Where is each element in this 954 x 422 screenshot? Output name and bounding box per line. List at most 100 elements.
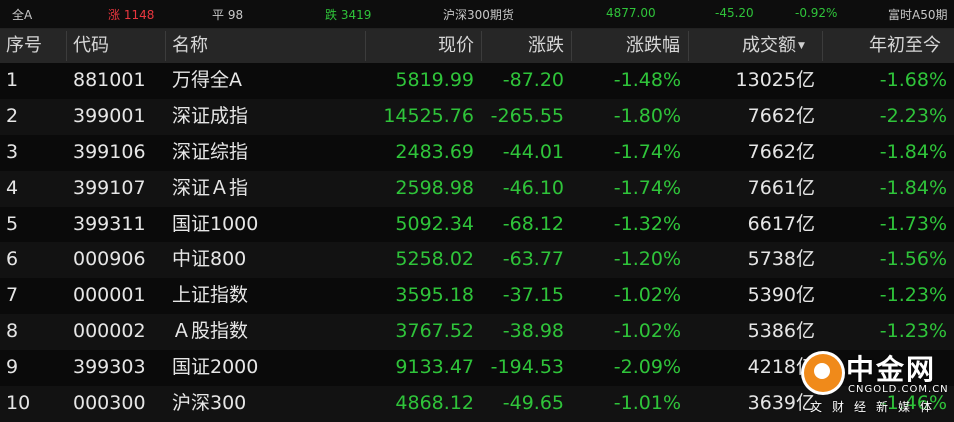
table-row[interactable]: 1 881001 万得全A 5819.99 -87.20 -1.48% 1302…	[0, 63, 954, 99]
name-cell: 国证1000	[172, 212, 259, 235]
col-header-name[interactable]: 名称	[172, 29, 362, 63]
seq-cell: 6	[6, 248, 19, 271]
price-cell: 5819.99	[395, 69, 474, 91]
ytd-cell: -1.23%	[879, 284, 947, 307]
table-header: 序号 代码 名称 现价 涨跌 涨跌幅 成交额 ▼ 年初至今	[0, 29, 954, 63]
table-row[interactable]: 5 399311 国证1000 5092.34 -68.12 -1.32% 66…	[0, 207, 954, 243]
volume-cell: 5738亿	[747, 248, 815, 271]
volume-cell: 5390亿	[747, 284, 815, 307]
pct-cell: -1.20%	[613, 248, 681, 271]
table-row[interactable]: 6 000906 中证800 5258.02 -63.77 -1.20% 573…	[0, 242, 954, 279]
change-cell: -265.55	[490, 104, 564, 127]
col-header-volume-label: 成交额	[742, 35, 796, 56]
seq-cell: 4	[6, 176, 19, 199]
col-header-change[interactable]: 涨跌	[482, 29, 564, 63]
price-cell: 14525.76	[383, 104, 474, 127]
pct-cell: -1.01%	[613, 392, 681, 415]
table-row[interactable]: 3 399106 深证综指 2483.69 -44.01 -1.74% 7662…	[0, 135, 954, 171]
pct-cell: -1.74%	[613, 176, 681, 199]
ytd-cell: -1.68%	[879, 69, 947, 91]
name-cell: 深证Ａ指	[172, 176, 249, 199]
price-cell: 5092.34	[395, 212, 474, 235]
market-scope-label[interactable]: 全A	[12, 6, 32, 23]
col-header-seq[interactable]: 序号	[6, 29, 66, 63]
name-cell: 上证指数	[172, 284, 249, 307]
pct-cell: -1.02%	[613, 320, 681, 343]
pct-cell: -1.48%	[613, 69, 681, 91]
code-cell: 399311	[73, 212, 146, 235]
name-cell: 深证综指	[172, 140, 249, 163]
table-row[interactable]: 2 399001 深证成指 14525.76 -265.55 -1.80% 76…	[0, 98, 954, 135]
volume-cell: 7661亿	[747, 176, 815, 199]
volume-cell: 13025亿	[735, 69, 815, 91]
code-cell: 000001	[73, 284, 146, 307]
seq-cell: 2	[6, 104, 19, 127]
price-cell: 4868.12	[395, 392, 474, 415]
volume-cell: 7662亿	[747, 104, 815, 127]
ytd-cell: -1.46%	[879, 392, 947, 415]
volume-cell: 5386亿	[747, 320, 815, 343]
pct-cell: -1.32%	[613, 212, 681, 235]
a50-future-label[interactable]: 富时A50期	[888, 6, 947, 23]
table-row[interactable]: 7 000001 上证指数 3595.18 -37.15 -1.02% 5390…	[0, 278, 954, 314]
table-row[interactable]: 10 000300 沪深300 4868.12 -49.65 -1.01% 36…	[0, 386, 954, 422]
col-header-price[interactable]: 现价	[366, 29, 474, 63]
code-cell: 399107	[73, 176, 146, 199]
change-cell: -37.15	[502, 284, 564, 307]
seq-cell: 10	[6, 392, 31, 415]
seq-cell: 3	[6, 140, 19, 163]
table-row[interactable]: 9 399303 国证2000 9133.47 -194.53 -2.09% 4…	[0, 350, 954, 386]
name-cell: 沪深300	[172, 392, 247, 415]
change-cell: -68.12	[502, 212, 564, 235]
volume-cell: 7662亿	[747, 140, 815, 163]
market-summary-bar: 全A 涨 1148 平 98 跌 3419 沪深300期货 4877.00 -4…	[0, 0, 954, 29]
ytd-cell: -2.23%	[879, 104, 947, 127]
unchanged-count: 平 98	[212, 8, 244, 22]
change-cell: -194.53	[490, 356, 564, 379]
seq-cell: 7	[6, 284, 19, 307]
price-cell: 5258.02	[395, 248, 474, 271]
col-header-volume[interactable]: 成交额 ▼	[742, 29, 820, 63]
price-cell: 3595.18	[395, 284, 474, 307]
seq-cell: 8	[6, 320, 19, 343]
change-cell: -44.01	[502, 140, 564, 163]
pct-cell: -1.80%	[613, 104, 681, 127]
change-cell: -38.98	[502, 320, 564, 343]
name-cell: 国证2000	[172, 356, 259, 379]
code-cell: 000002	[73, 320, 146, 343]
price-cell: 2483.69	[395, 140, 474, 163]
ytd-cell: -1.84%	[879, 176, 947, 199]
index-table-body: 1 881001 万得全A 5819.99 -87.20 -1.48% 1302…	[0, 63, 954, 422]
change-cell: -46.10	[502, 176, 564, 199]
code-cell: 000906	[73, 248, 146, 271]
seq-cell: 9	[6, 356, 19, 379]
pct-cell: -1.74%	[613, 140, 681, 163]
table-row[interactable]: 4 399107 深证Ａ指 2598.98 -46.10 -1.74% 7661…	[0, 170, 954, 207]
future-name[interactable]: 沪深300期货	[443, 6, 514, 23]
change-cell: -49.65	[502, 392, 564, 415]
price-cell: 2598.98	[395, 176, 474, 199]
ytd-cell: -1.23%	[879, 320, 947, 343]
future-change-pct: -0.92%	[795, 6, 838, 20]
table-row[interactable]: 8 000002 Ａ股指数 3767.52 -38.98 -1.02% 5386…	[0, 314, 954, 351]
ytd-cell: -1.84%	[879, 140, 947, 163]
pct-cell: -2.09%	[613, 356, 681, 379]
col-header-code[interactable]: 代码	[73, 29, 163, 63]
name-cell: Ａ股指数	[172, 320, 249, 343]
name-cell: 万得全A	[172, 69, 242, 91]
code-cell: 000300	[73, 392, 146, 415]
advancers-count: 涨 1148	[108, 8, 155, 22]
volume-cell: 3639亿	[747, 392, 815, 415]
volume-cell: 4218亿	[747, 356, 815, 379]
future-change: -45.20	[715, 6, 754, 20]
col-header-pct[interactable]: 涨跌幅	[572, 29, 680, 63]
code-cell: 399303	[73, 356, 146, 379]
seq-cell: 1	[6, 69, 19, 91]
code-cell: 399001	[73, 104, 146, 127]
col-header-ytd[interactable]: 年初至今	[823, 29, 941, 63]
volume-cell: 6617亿	[747, 212, 815, 235]
name-cell: 深证成指	[172, 104, 249, 127]
change-cell: -87.20	[502, 69, 564, 91]
change-cell: -63.77	[502, 248, 564, 271]
price-cell: 3767.52	[395, 320, 474, 343]
